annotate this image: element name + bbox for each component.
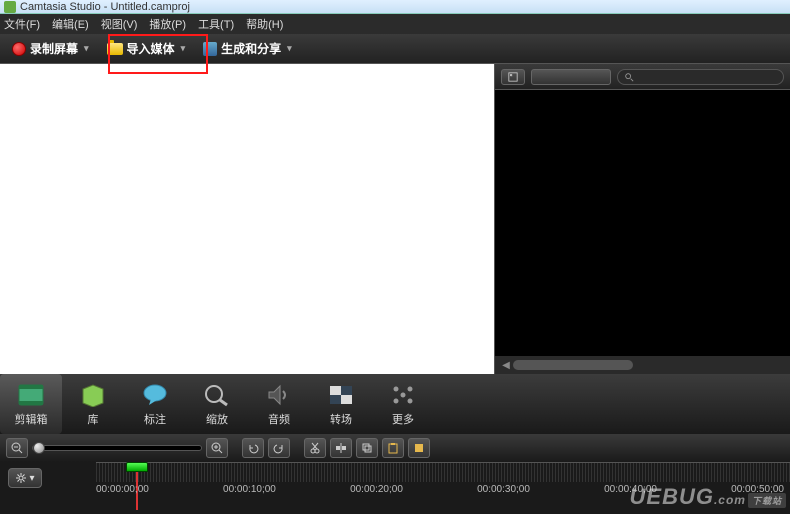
preview-panel: ◀ [495, 64, 790, 374]
preview-search[interactable] [617, 69, 784, 85]
preview-scrollbar[interactable]: ◀ [495, 356, 790, 374]
record-icon [12, 42, 26, 56]
title-bar: Camtasia Studio - Untitled.camproj [0, 0, 790, 14]
more-icon [388, 382, 418, 408]
folder-icon [107, 43, 123, 55]
watermark: UEBUG.com下载站 [630, 484, 786, 510]
time-marker: 00:00:00;00 [96, 484, 149, 495]
zoom-slider[interactable] [32, 445, 202, 451]
copy-button[interactable] [356, 438, 378, 458]
cut-button[interactable] [304, 438, 326, 458]
zoom-slider-knob[interactable] [33, 442, 45, 454]
gear-icon [15, 472, 27, 484]
time-marker: 00:00:10;00 [223, 484, 276, 495]
zoom-icon [202, 382, 232, 408]
chevron-down-icon: ▾ [29, 473, 34, 484]
tool-tabs: 剪辑箱 库 标注 缩放 音频 转场 更多 [0, 374, 790, 434]
split-button[interactable] [330, 438, 352, 458]
zoom-dropdown-button[interactable] [531, 69, 611, 85]
library-icon [78, 382, 108, 408]
audio-icon [264, 382, 294, 408]
undo-button[interactable] [242, 438, 264, 458]
preview-toolbar [495, 64, 790, 90]
timeline-toolbar [0, 434, 790, 462]
scroll-left-icon[interactable]: ◀ [499, 360, 513, 371]
tab-more[interactable]: 更多 [372, 374, 434, 434]
menu-tools[interactable]: 工具(T) [198, 16, 234, 32]
chevron-down-icon: ▾ [181, 43, 186, 54]
preview-canvas[interactable] [495, 90, 790, 356]
playhead[interactable] [126, 462, 148, 476]
tab-clipbin[interactable]: 剪辑箱 [0, 374, 62, 434]
chevron-down-icon: ▾ [84, 43, 89, 54]
menu-bar: 文件(F) 编辑(E) 视图(V) 播放(P) 工具(T) 帮助(H) [0, 14, 790, 34]
record-screen-button[interactable]: 录制屏幕 ▾ [6, 38, 95, 59]
menu-edit[interactable]: 编辑(E) [52, 16, 89, 32]
time-marker: 00:00:20;00 [350, 484, 403, 495]
redo-button[interactable] [268, 438, 290, 458]
import-media-button[interactable]: 导入媒体 ▾ [101, 38, 192, 59]
timeline-settings-button[interactable]: ▾ [8, 468, 42, 488]
main-toolbar: 录制屏幕 ▾ 导入媒体 ▾ 生成和分享 ▾ [0, 34, 790, 64]
shrink-to-fit-button[interactable] [501, 69, 525, 85]
search-icon [624, 72, 634, 82]
menu-play[interactable]: 播放(P) [149, 16, 186, 32]
window-title: Camtasia Studio - Untitled.camproj [20, 1, 190, 13]
paste-button[interactable] [382, 438, 404, 458]
tab-zoom[interactable]: 缩放 [186, 374, 248, 434]
main-area: ◀ [0, 64, 790, 374]
scroll-thumb[interactable] [513, 360, 633, 370]
time-marker: 00:00:30;00 [477, 484, 530, 495]
produce-icon [203, 42, 217, 56]
clip-bin-panel[interactable] [0, 64, 495, 374]
app-icon [4, 1, 16, 13]
menu-file[interactable]: 文件(F) [4, 16, 40, 32]
transitions-icon [326, 382, 356, 408]
menu-view[interactable]: 视图(V) [101, 16, 138, 32]
zoom-out-button[interactable] [6, 438, 28, 458]
callouts-icon [140, 382, 170, 408]
chevron-down-icon: ▾ [287, 43, 292, 54]
tab-transitions[interactable]: 转场 [310, 374, 372, 434]
loading-arc [760, 193, 790, 253]
tab-callouts[interactable]: 标注 [124, 374, 186, 434]
tab-audio[interactable]: 音频 [248, 374, 310, 434]
produce-share-button[interactable]: 生成和分享 ▾ [197, 38, 298, 59]
menu-help[interactable]: 帮助(H) [246, 16, 283, 32]
marker-button[interactable] [408, 438, 430, 458]
clipbin-icon [16, 382, 46, 408]
zoom-in-button[interactable] [206, 438, 228, 458]
tab-library[interactable]: 库 [62, 374, 124, 434]
